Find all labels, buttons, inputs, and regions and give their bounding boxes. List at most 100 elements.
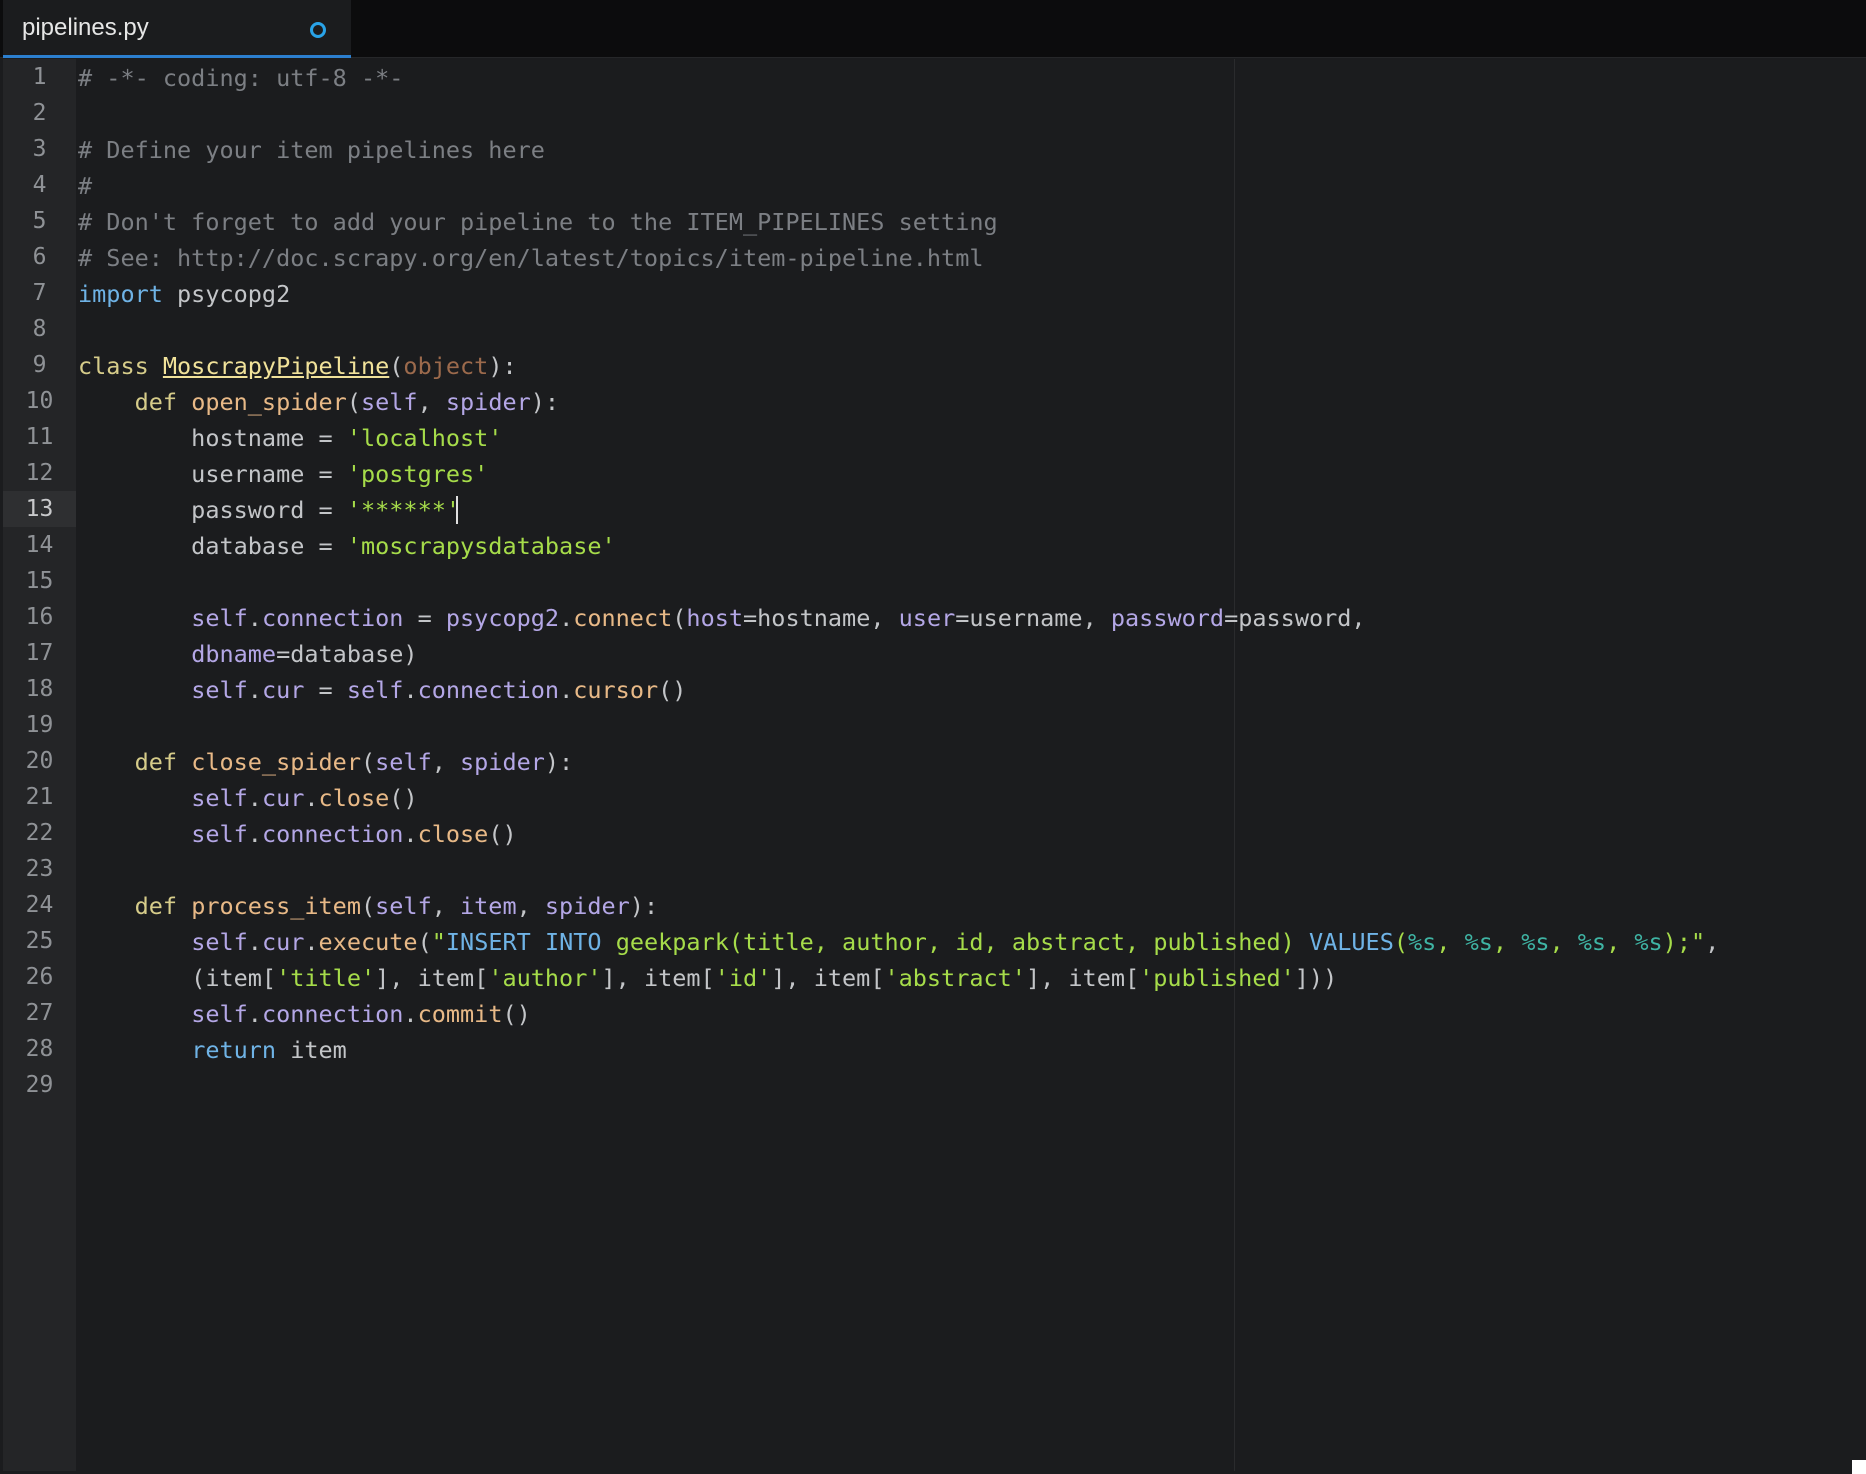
- line-number: 6: [32, 244, 47, 270]
- code-token: spider: [544, 892, 630, 920]
- code-token: password: [1110, 604, 1225, 632]
- code-token: (: [672, 604, 687, 632]
- code-line[interactable]: self.cur.execute("INSERT INTO geekpark(t…: [78, 924, 1719, 960]
- resize-corner[interactable]: [1852, 1460, 1866, 1474]
- code-token: psycopg2: [445, 604, 560, 632]
- code-line[interactable]: self.connection.close(): [78, 816, 516, 852]
- code-token: user: [898, 604, 956, 632]
- line-number: 10: [25, 388, 54, 414]
- code-token: def: [78, 748, 192, 776]
- code-token: password =: [78, 496, 347, 524]
- code-token: 'published': [1139, 964, 1295, 992]
- code-line[interactable]: class MoscrapyPipeline(object):: [78, 348, 517, 384]
- line-number: 26: [25, 964, 54, 990]
- code-line[interactable]: self.cur = self.connection.cursor(): [78, 672, 686, 708]
- code-token: close: [417, 820, 489, 848]
- code-line[interactable]: return item: [78, 1032, 347, 1068]
- code-token: cursor: [573, 676, 659, 704]
- code-token: ):: [629, 892, 659, 920]
- code-line[interactable]: def process_item(self, item, spider):: [78, 888, 659, 924]
- tab-pipelines-py[interactable]: pipelines.py: [3, 0, 351, 58]
- code-token: 'moscrapysdatabase': [346, 532, 616, 560]
- code-token: hostname =: [78, 424, 347, 452]
- code-token: commit: [417, 1000, 503, 1028]
- code-token: (: [417, 928, 432, 956]
- code-token: .: [247, 820, 262, 848]
- code-token: %s: [1577, 928, 1607, 956]
- code-line[interactable]: self.connection = psycopg2.connect(host=…: [78, 600, 1365, 636]
- code-line[interactable]: # Define your item pipelines here: [78, 132, 545, 168]
- code-token: (): [658, 676, 687, 704]
- code-token: .: [247, 676, 262, 704]
- line-number: 2: [32, 100, 47, 126]
- code-token: psycopg2: [162, 280, 291, 308]
- code-token: open_spider: [191, 388, 347, 416]
- code-token: def: [78, 892, 192, 920]
- code-line[interactable]: password = '******': [78, 492, 460, 528]
- code-token: ], item[: [771, 964, 885, 992]
- code-line[interactable]: username = 'postgres': [78, 456, 488, 492]
- code-token: # Define your item pipelines here: [78, 136, 545, 164]
- editor-window: pipelines.py 1 2 3 4 5 6 7 8 9 10 11 12 13 14 15 16 17 18…: [0, 0, 1866, 1474]
- code-line[interactable]: (item['title'], item['author'], item['id…: [78, 960, 1337, 996]
- code-token: # Don't forget to add your pipeline to t…: [78, 208, 998, 236]
- code-line[interactable]: self.cur.close(): [78, 780, 418, 816]
- line-number: 22: [25, 820, 54, 846]
- code-token: # See: http://doc.scrapy.org/en/latest/t…: [78, 244, 984, 272]
- code-line[interactable]: import psycopg2: [78, 276, 290, 312]
- code-line[interactable]: def open_spider(self, spider):: [78, 384, 559, 420]
- code-token: # -*- coding: utf-8 -*-: [78, 64, 404, 92]
- code-token: self: [375, 892, 432, 920]
- tab-title: pipelines.py: [22, 14, 149, 41]
- code-line[interactable]: #: [78, 168, 92, 204]
- code-token: ,: [516, 892, 545, 920]
- code-token: ], item[: [1025, 964, 1140, 992]
- code-token: connection: [261, 604, 404, 632]
- code-token: process_item: [191, 892, 361, 920]
- code-token: cur: [261, 784, 305, 812]
- tab-bar: pipelines.py: [0, 0, 1866, 58]
- code-token: %s: [1408, 928, 1437, 956]
- line-number: 25: [25, 928, 54, 954]
- code-token: close: [318, 784, 390, 812]
- line-number: 18: [25, 676, 54, 702]
- code-token: cur: [261, 928, 305, 956]
- code-line[interactable]: self.connection.commit(): [78, 996, 531, 1032]
- code-token: .: [247, 784, 262, 812]
- code-line[interactable]: database = 'moscrapysdatabase': [78, 528, 616, 564]
- code-line[interactable]: hostname = 'localhost': [78, 420, 502, 456]
- code-line[interactable]: # -*- coding: utf-8 -*-: [78, 60, 403, 96]
- code-token: .: [304, 784, 319, 812]
- code-token: %s: [1464, 928, 1493, 956]
- code-token: geekpark(title, author, id, abstract, pu…: [615, 928, 1309, 956]
- code-token: =username,: [955, 604, 1111, 632]
- line-number: 12: [25, 460, 54, 486]
- unsaved-dot-icon[interactable]: [310, 22, 326, 38]
- code-token: item: [276, 1036, 347, 1064]
- code-token: .: [403, 1000, 418, 1028]
- code-line[interactable]: def close_spider(self, spider):: [78, 744, 574, 780]
- line-number: 23: [25, 856, 54, 882]
- code-token: execute: [318, 928, 418, 956]
- line-number: 29: [25, 1072, 54, 1098]
- code-token: 'postgres': [346, 460, 489, 488]
- code-token: ": [431, 928, 446, 956]
- code-token: return: [191, 1036, 277, 1064]
- line-number: 19: [25, 712, 54, 738]
- code-token: ):: [488, 352, 517, 380]
- code-token: (): [389, 784, 418, 812]
- code-line[interactable]: dbname=database): [78, 636, 417, 672]
- line-number: 27: [25, 1000, 54, 1026]
- line-number: 9: [32, 352, 47, 378]
- line-number: 28: [25, 1036, 54, 1062]
- code-token: (: [360, 748, 376, 776]
- line-number: 7: [32, 280, 47, 306]
- code-token: ):: [544, 748, 574, 776]
- code-line[interactable]: # See: http://doc.scrapy.org/en/latest/t…: [78, 240, 983, 276]
- code-token: item: [460, 892, 517, 920]
- code-line[interactable]: # Don't forget to add your pipeline to t…: [78, 204, 998, 240]
- wrap-guide: [1234, 59, 1235, 1471]
- code-token: ):: [530, 388, 560, 416]
